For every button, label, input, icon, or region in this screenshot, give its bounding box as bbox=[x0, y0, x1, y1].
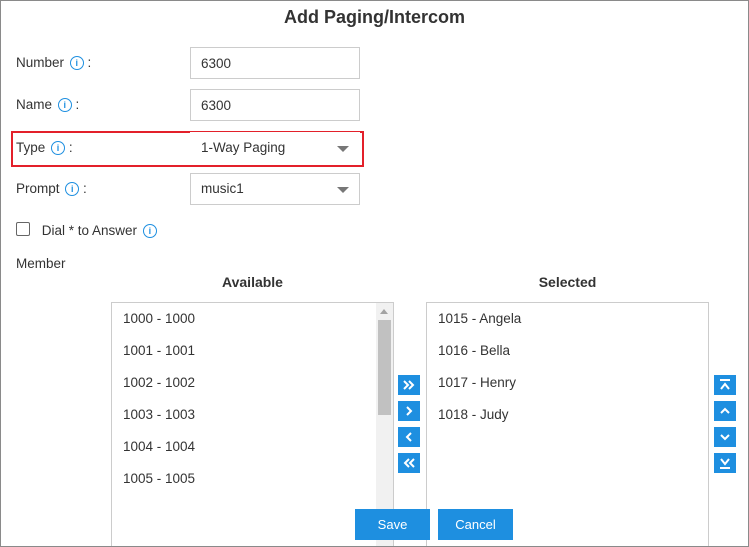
list-item[interactable]: 1003 - 1003 bbox=[123, 405, 195, 425]
add-paging-intercom-dialog: Add Paging/Intercom Number i : Name i : … bbox=[0, 0, 749, 547]
list-item[interactable]: 1000 - 1000 bbox=[123, 309, 195, 329]
chevron-down-icon bbox=[337, 187, 349, 193]
info-icon[interactable]: i bbox=[65, 182, 80, 196]
prompt-select[interactable]: music1 bbox=[190, 173, 360, 205]
dialog-title: Add Paging/Intercom bbox=[283, 7, 465, 27]
list-item[interactable]: 1001 - 1001 bbox=[123, 341, 195, 361]
prompt-label-colon: : bbox=[83, 181, 87, 196]
list-item[interactable]: 1016 - Bella bbox=[438, 341, 510, 361]
number-label: Number i : bbox=[16, 47, 91, 79]
info-icon[interactable]: i bbox=[51, 141, 66, 155]
save-button[interactable]: Save bbox=[355, 509, 430, 540]
info-icon[interactable]: i bbox=[142, 224, 157, 238]
scroll-thumb[interactable] bbox=[378, 320, 391, 415]
chevron-left-icon bbox=[405, 432, 412, 442]
double-chevron-left-icon bbox=[403, 458, 415, 468]
name-input[interactable] bbox=[190, 89, 360, 121]
prompt-row: Prompt i : music1 bbox=[1, 173, 748, 205]
list-item[interactable]: 1004 - 1004 bbox=[123, 437, 195, 457]
move-all-right-button[interactable] bbox=[398, 375, 420, 395]
name-label-colon: : bbox=[75, 97, 80, 112]
type-label: Type i : bbox=[16, 132, 73, 164]
chevron-down-icon bbox=[337, 146, 349, 152]
move-all-left-button[interactable] bbox=[398, 453, 420, 473]
dial-answer-checkbox[interactable] bbox=[16, 222, 30, 236]
move-to-bottom-icon bbox=[720, 458, 730, 469]
cancel-button[interactable]: Cancel bbox=[438, 509, 513, 540]
list-item[interactable]: 1017 - Henry bbox=[438, 373, 516, 393]
available-list[interactable]: 1000 - 1000 1001 - 1001 1002 - 1002 1003… bbox=[111, 302, 394, 546]
dial-answer-row: Dial * to Answer i bbox=[16, 221, 157, 241]
list-item[interactable]: 1015 - Angela bbox=[438, 309, 521, 329]
name-label-text: Name bbox=[16, 97, 53, 112]
type-select-value: 1-Way Paging bbox=[201, 140, 286, 155]
move-to-top-button[interactable] bbox=[714, 375, 736, 395]
info-icon[interactable]: i bbox=[57, 98, 72, 112]
available-title: Available bbox=[222, 274, 283, 290]
number-input[interactable] bbox=[190, 47, 360, 79]
move-right-button[interactable] bbox=[398, 401, 420, 421]
type-select[interactable]: 1-Way Paging bbox=[190, 132, 360, 164]
type-label-colon: : bbox=[68, 140, 73, 155]
info-icon[interactable]: i bbox=[69, 56, 84, 70]
chevron-down-icon bbox=[720, 434, 730, 441]
prompt-label-text: Prompt bbox=[16, 181, 60, 196]
number-label-colon: : bbox=[87, 55, 92, 70]
move-left-button[interactable] bbox=[398, 427, 420, 447]
number-label-text: Number bbox=[16, 55, 65, 70]
double-chevron-right-icon bbox=[403, 380, 415, 390]
name-label: Name i : bbox=[16, 89, 79, 121]
chevron-right-icon bbox=[406, 406, 413, 416]
list-item[interactable]: 1002 - 1002 bbox=[123, 373, 195, 393]
list-item[interactable]: 1005 - 1005 bbox=[123, 469, 195, 489]
move-to-top-icon bbox=[720, 379, 730, 390]
chevron-up-icon bbox=[720, 407, 730, 414]
selected-title: Selected bbox=[538, 274, 597, 290]
number-row: Number i : bbox=[1, 47, 748, 79]
move-up-button[interactable] bbox=[714, 401, 736, 421]
prompt-label: Prompt i : bbox=[16, 173, 87, 205]
move-down-button[interactable] bbox=[714, 427, 736, 447]
move-to-bottom-button[interactable] bbox=[714, 453, 736, 473]
prompt-select-value: music1 bbox=[201, 181, 244, 196]
name-row: Name i : bbox=[1, 89, 748, 121]
type-row: Type i : 1-Way Paging bbox=[1, 132, 748, 164]
type-label-text: Type bbox=[16, 140, 46, 155]
member-label: Member bbox=[16, 256, 66, 271]
scroll-up-arrow-icon[interactable] bbox=[380, 309, 388, 314]
list-item[interactable]: 1018 - Judy bbox=[438, 405, 509, 425]
dial-answer-label[interactable]: Dial * to Answer bbox=[42, 223, 137, 238]
